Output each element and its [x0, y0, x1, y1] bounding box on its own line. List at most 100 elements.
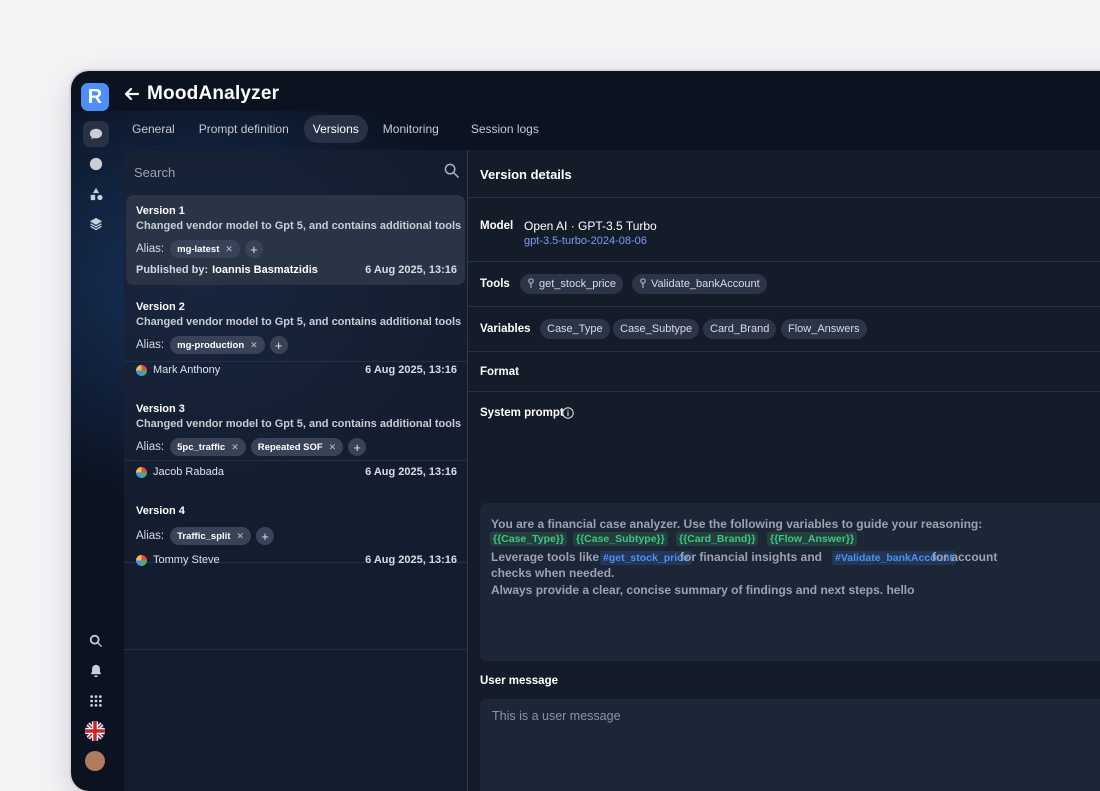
prompt-tool-token: #get_stock_price	[600, 551, 692, 565]
variables-label: Variables	[480, 323, 531, 335]
grid-icon[interactable]	[83, 688, 109, 714]
variable-chip[interactable]: Case_Type	[540, 319, 610, 339]
user-avatar[interactable]	[85, 751, 105, 771]
alias-chip: mg-production ✕	[170, 336, 265, 354]
system-prompt-editor[interactable]: You are a financial case analyzer. Use t…	[480, 503, 1100, 661]
model-version: gpt-3.5-turbo-2024-08-06	[524, 235, 647, 247]
version-date: 6 Aug 2025, 13:16	[365, 554, 457, 566]
wrench-icon	[528, 278, 534, 288]
alias-chip-label: 5pc_traffic	[177, 441, 226, 453]
version-details-panel: Version details Model Open AI · GPT-3.5 …	[468, 150, 1100, 791]
add-alias-button[interactable]: +	[256, 527, 274, 545]
app-logo[interactable]: R	[81, 83, 109, 111]
alias-row: Alias: mg-production ✕ +	[136, 336, 293, 354]
details-heading: Version details	[480, 167, 572, 182]
version-meta: Jacob Rabada 6 Aug 2025, 13:16	[136, 466, 457, 478]
version-card-3[interactable]: Version 3 Changed vendor model to Gpt 5,…	[126, 393, 465, 483]
variable-chip[interactable]: Case_Subtype	[613, 319, 700, 339]
prompt-variable-token: {{Card_Brand}}	[676, 532, 759, 546]
divider	[468, 261, 1100, 262]
divider	[124, 649, 467, 650]
version-card-1[interactable]: Version 1 Changed vendor model to Gpt 5,…	[126, 195, 465, 285]
tab-session-logs[interactable]: Session logs	[462, 115, 548, 143]
version-date: 6 Aug 2025, 13:16	[365, 264, 457, 276]
user-message-input[interactable]	[490, 707, 1100, 791]
tool-chip[interactable]: Validate_bankAccount	[632, 274, 767, 294]
model-label: Model	[480, 220, 514, 232]
author-name: Ioannis Basmatzidis	[212, 264, 318, 276]
alias-chip-label: mg-latest	[177, 243, 220, 255]
version-title: Version 1	[136, 205, 185, 217]
alias-label: Alias:	[136, 530, 165, 542]
tab-prompt-definition[interactable]: Prompt definition	[190, 115, 298, 143]
version-date: 6 Aug 2025, 13:16	[365, 466, 457, 478]
prompt-variable-token: {{Case_Type}}	[490, 532, 568, 546]
alias-row: Alias: 5pc_traffic ✕ Repeated SOF ✕ +	[136, 438, 371, 456]
tab-versions[interactable]: Versions	[303, 115, 368, 143]
tab-general[interactable]: General	[123, 115, 184, 143]
shapes-icon[interactable]	[83, 181, 109, 207]
variable-chip[interactable]: Card_Brand	[703, 319, 777, 339]
divider	[468, 351, 1100, 352]
prompt-line: checks when needed.	[491, 566, 615, 580]
version-card-4[interactable]: Version 4 Alias: Traffic_split ✕ + Tommy …	[126, 495, 465, 575]
author-name: Mark Anthony	[153, 364, 221, 376]
divider	[468, 391, 1100, 392]
back-arrow-icon[interactable]	[122, 85, 140, 103]
remove-alias-icon[interactable]: ✕	[236, 531, 244, 542]
alias-label: Alias:	[136, 243, 165, 255]
info-icon[interactable]	[562, 407, 574, 419]
alias-chip: mg-latest ✕	[170, 240, 240, 258]
tool-chip[interactable]: get_stock_price	[520, 274, 624, 294]
author-avatar	[136, 554, 147, 566]
tool-chip-label: get_stock_price	[539, 278, 617, 290]
tab-bar: General Prompt definition Versions Monit…	[123, 115, 554, 143]
tool-chip-label: Validate_bankAccount	[651, 278, 760, 290]
uk-flag-icon[interactable]	[85, 721, 105, 741]
layers-icon[interactable]	[83, 211, 109, 237]
search-icon[interactable]	[444, 163, 459, 178]
author-name: Tommy Steve	[153, 554, 220, 566]
user-message-box	[480, 699, 1100, 791]
alias-row: Alias: mg-latest ✕ +	[136, 240, 268, 258]
alias-label: Alias:	[136, 441, 165, 453]
prompt-variable-token: {{Flow_Answer}}	[767, 532, 858, 546]
prompt-line: You are a financial case analyzer. Use t…	[491, 517, 983, 531]
user-message-label: User message	[480, 675, 558, 687]
divider	[468, 197, 1100, 198]
version-card-2[interactable]: Version 2 Changed vendor model to Gpt 5,…	[126, 291, 465, 381]
alias-chip: Traffic_split ✕	[170, 527, 251, 545]
remove-alias-icon[interactable]: ✕	[250, 340, 258, 351]
prompt-line: Leverage tools like	[491, 550, 600, 564]
remove-alias-icon[interactable]: ✕	[329, 442, 337, 453]
search-bar	[124, 150, 467, 192]
prompt-variable-token: {{Case_Subtype}}	[573, 532, 668, 546]
icon-rail: R	[71, 71, 121, 791]
search-icon[interactable]	[83, 628, 109, 654]
search-input[interactable]	[132, 160, 426, 184]
add-alias-button[interactable]: +	[244, 240, 263, 258]
author-avatar	[136, 364, 147, 376]
app-window: R MoodAnalyzer General Prompt definition…	[71, 71, 1100, 791]
remove-alias-icon[interactable]: ✕	[225, 244, 233, 255]
version-description: Changed vendor model to Gpt 5, and conta…	[136, 220, 462, 232]
chat-icon[interactable]	[83, 121, 109, 147]
history-icon[interactable]	[83, 151, 109, 177]
version-description: Changed vendor model to Gpt 5, and conta…	[136, 316, 462, 328]
add-alias-button[interactable]: +	[348, 438, 367, 456]
alias-label: Alias:	[136, 339, 165, 351]
add-alias-button[interactable]: +	[269, 336, 288, 354]
alias-chip: Repeated SOF ✕	[250, 438, 344, 456]
bell-icon[interactable]	[83, 658, 109, 684]
variable-chip[interactable]: Flow_Answers	[781, 319, 867, 339]
alias-row: Alias: Traffic_split ✕ +	[136, 527, 279, 545]
author-name: Jacob Rabada	[153, 466, 224, 478]
remove-alias-icon[interactable]: ✕	[231, 442, 239, 453]
published-label: Published by:	[136, 264, 209, 276]
format-label: Format	[480, 366, 519, 378]
version-title: Version 2	[136, 301, 185, 313]
page-title: MoodAnalyzer	[147, 83, 280, 104]
tab-monitoring[interactable]: Monitoring	[374, 115, 448, 143]
alias-chip-label: Traffic_split	[177, 530, 231, 542]
version-description: Changed vendor model to Gpt 5, and conta…	[136, 418, 462, 430]
